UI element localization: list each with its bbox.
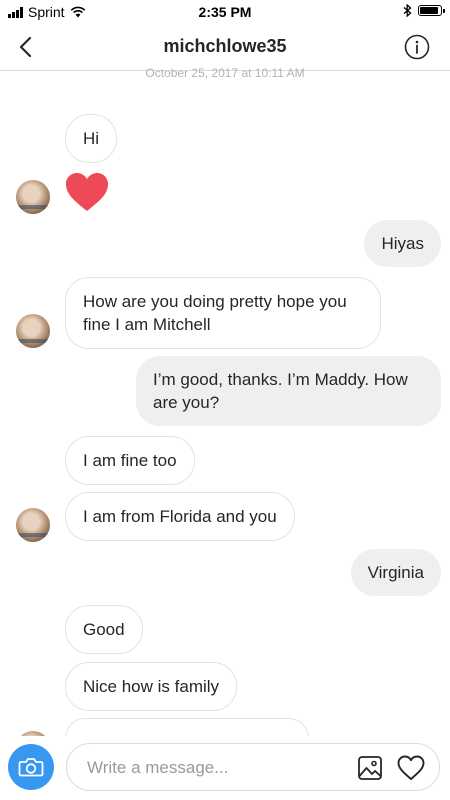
bluetooth-icon	[403, 4, 412, 17]
message-input-container[interactable]	[66, 743, 440, 792]
avatar[interactable]	[16, 314, 50, 348]
avatar[interactable]	[16, 508, 50, 542]
conversation-title[interactable]: michchlowe35	[0, 36, 450, 57]
status-right	[403, 4, 445, 17]
message-bubble-outgoing[interactable]: Virginia	[350, 549, 441, 596]
avatar[interactable]	[16, 180, 50, 214]
conversation-timestamp: October 25, 2017 at 10:11 AM	[145, 66, 305, 80]
heart-outline-icon[interactable]	[397, 755, 425, 781]
message-composer	[0, 736, 450, 800]
conversation-header: michchlowe35	[0, 24, 450, 71]
message-bubble-incoming[interactable]: I am from Florida and you	[65, 492, 295, 541]
info-icon[interactable]	[404, 34, 430, 60]
camera-button[interactable]	[8, 744, 54, 790]
message-bubble-incoming[interactable]: Hi	[65, 114, 118, 163]
message-bubble-outgoing[interactable]: Hiyas	[364, 220, 441, 267]
status-bar: Sprint 2:35 PM	[0, 0, 450, 24]
message-input[interactable]	[85, 744, 339, 792]
image-icon[interactable]	[357, 755, 383, 781]
message-bubble-outgoing[interactable]: I’m good, thanks. I’m Maddy. How are you…	[136, 356, 441, 426]
message-bubble-incoming-partial[interactable]	[65, 718, 309, 736]
battery-icon	[418, 5, 445, 16]
message-bubble-incoming[interactable]: Good	[65, 605, 143, 654]
message-bubble-incoming[interactable]: I am fine too	[65, 436, 195, 485]
message-bubble-incoming[interactable]: How are you doing pretty hope you fine I…	[65, 277, 381, 349]
status-time: 2:35 PM	[198, 4, 252, 20]
battery-level	[420, 7, 439, 14]
message-bubble-incoming[interactable]: Nice how is family	[65, 662, 238, 711]
heart-icon[interactable]	[64, 171, 110, 213]
message-thread[interactable]: Hi Hiyas How are you doing pretty hope y…	[0, 84, 450, 736]
camera-icon	[18, 758, 44, 777]
